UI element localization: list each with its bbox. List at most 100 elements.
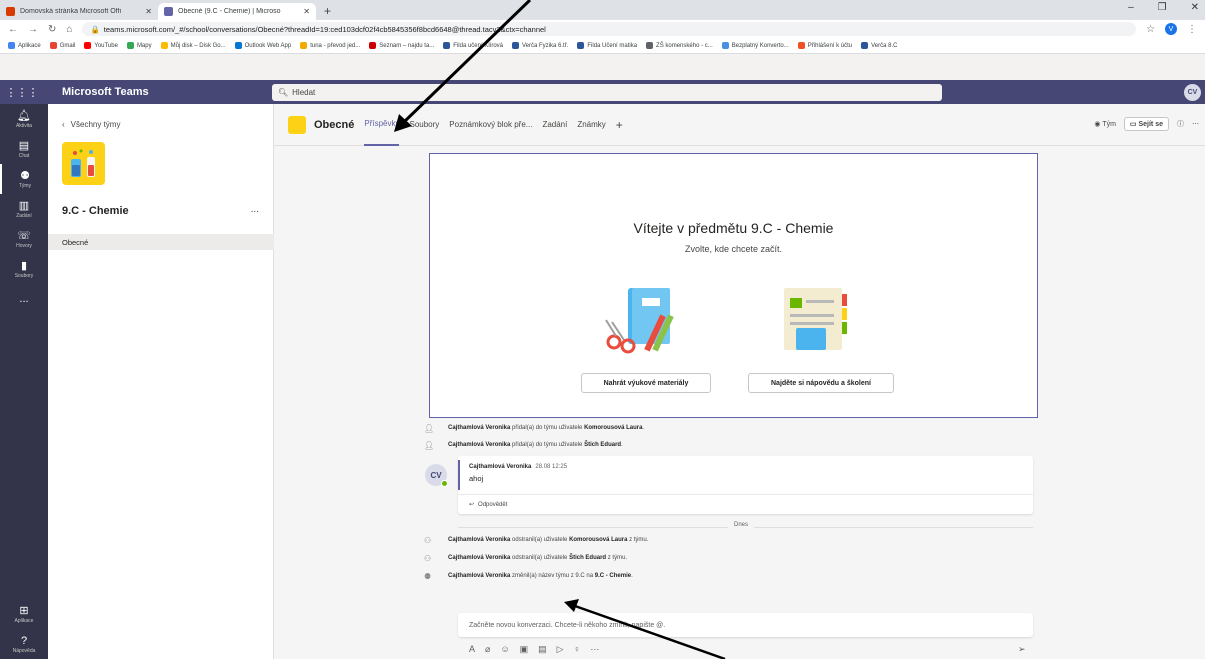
meet-button[interactable]: ▭ Sejít se	[1123, 117, 1169, 131]
profile-avatar[interactable]: V	[1165, 23, 1177, 35]
post-accent-bar	[458, 460, 460, 490]
close-window-icon[interactable]: ✕	[1191, 2, 1199, 13]
rail-item-label: Zadání	[16, 213, 32, 219]
bookmark-icon	[300, 42, 308, 49]
rail-item-chat[interactable]: ▤ Chat	[0, 134, 48, 164]
forward-arrow-icon[interactable]: →	[28, 24, 38, 35]
tab-notebook[interactable]: Poznámkový blok pře...	[449, 104, 532, 146]
compose-input[interactable]: Začněte novou konverzaci. Chcete-li něko…	[458, 613, 1033, 637]
format-icon[interactable]: A	[469, 644, 475, 655]
rail-item-aktivita[interactable]: 🔔︎ Aktivita	[0, 104, 48, 134]
rail-item-aplikace[interactable]: ⊞ Aplikace	[0, 599, 48, 629]
rail-item-týmy[interactable]: ⚉ Týmy	[0, 164, 48, 194]
bookmark-item[interactable]: Outlook Web App	[234, 42, 292, 49]
channel-team-icon	[288, 115, 306, 134]
address-bar: ← → ↻ ⌂ 🔒 teams.microsoft.com/_#/school/…	[0, 20, 1205, 38]
url-field[interactable]: 🔒 teams.microsoft.com/_#/school/conversa…	[82, 22, 1137, 36]
bookmark-item[interactable]: Můj disk – Disk Go...	[160, 42, 226, 49]
presence-badge	[441, 480, 448, 487]
bookmark-star-icon[interactable]: ☆	[1146, 24, 1155, 35]
all-teams-link[interactable]: ‹ Všechny týmy	[62, 120, 120, 129]
bookmark-item[interactable]: Přihlášení k účtu	[797, 42, 852, 49]
bookmark-item[interactable]: Verča 8.C	[861, 42, 898, 49]
rail-item-soubory[interactable]: ▮ Soubory	[0, 254, 48, 284]
person-add-icon: 👤︎	[424, 440, 435, 450]
rail-item-nápověda[interactable]: ? Nápověda	[0, 629, 48, 659]
close-tab-icon[interactable]: ✕	[145, 7, 152, 16]
tab-files[interactable]: Soubory	[409, 104, 439, 146]
team-avatar	[62, 142, 105, 185]
browser-tab-office[interactable]: Domovská stránka Microsoft Offi ✕	[0, 3, 158, 20]
channel-header: Obecné Příspěvky Soubory Poznámkový blok…	[274, 104, 1205, 146]
activity-item: ⚇ Cajthamlová Veronika odstranil(a) uživ…	[424, 534, 648, 546]
bookmark-item[interactable]: Gmail	[49, 42, 75, 49]
more-options-icon[interactable]: ⋯	[1192, 120, 1199, 128]
activity-text: Cajthamlová Veronika změnil(a) název tým…	[448, 573, 633, 579]
bookmark-item[interactable]: Filda učení Klírová	[443, 42, 503, 49]
bookmark-item[interactable]: Mapy	[126, 42, 152, 49]
bookmark-item[interactable]: Bezplatný Konverto...	[721, 42, 789, 49]
upload-materials-button[interactable]: Nahrát výukové materiály	[581, 373, 711, 393]
bookmark-icon	[646, 42, 654, 49]
praise-icon[interactable]: ♀	[574, 644, 581, 655]
user-avatar[interactable]: CV	[1184, 84, 1201, 101]
back-arrow-icon[interactable]: ←	[8, 24, 18, 35]
team-button[interactable]: ◉ Tým	[1094, 120, 1116, 128]
bookmark-item[interactable]: Filda Učení matika	[577, 42, 637, 49]
add-tab-icon[interactable]: +	[616, 104, 623, 146]
post-author-avatar[interactable]: CV	[425, 464, 448, 487]
rail-item-label: Soubory	[14, 273, 34, 279]
rail-item-label: Hovory	[16, 243, 32, 249]
meet-label: Sejít se	[1138, 121, 1163, 128]
reload-icon[interactable]: ↻	[48, 24, 56, 35]
menu-icon[interactable]: ⋮	[1187, 24, 1197, 35]
bookmark-item[interactable]: Aplikace	[8, 42, 41, 49]
minimize-icon[interactable]: –	[1128, 2, 1134, 13]
reply-button[interactable]: ↩ Odpovědět	[458, 494, 1033, 514]
channel-item-general[interactable]: Obecné	[48, 234, 274, 250]
close-tab-icon[interactable]: ✕	[303, 7, 310, 16]
send-icon[interactable]: ➢	[1018, 644, 1026, 655]
tab-assignments[interactable]: Zadání	[542, 104, 567, 146]
bookmark-item[interactable]: ZŠ komenského - c...	[646, 42, 713, 49]
bookmark-item[interactable]: Verča Fyzika 6.tř.	[512, 42, 568, 49]
sticker-icon[interactable]: ▤	[538, 644, 547, 655]
bookmark-label: Seznam – najdu ta...	[379, 42, 435, 49]
info-icon[interactable]: ⓘ	[1177, 119, 1184, 129]
attach-icon[interactable]: ⌀	[485, 644, 490, 655]
help-training-button[interactable]: Najděte si nápovědu a školení	[748, 373, 894, 393]
tab-posts[interactable]: Příspěvky	[364, 104, 400, 146]
help-icon: ?	[20, 634, 28, 647]
activity-text: Cajthamlová Veronika přidal(a) do týmu u…	[448, 425, 645, 431]
office-icon	[6, 7, 15, 16]
app-launcher-icon[interactable]: ⋮⋮⋮	[0, 86, 44, 99]
gif-icon[interactable]: ▣	[520, 644, 529, 655]
maximize-icon[interactable]: ❐	[1158, 2, 1167, 13]
bookmark-icon	[160, 42, 168, 49]
meet-now-icon[interactable]: ▷	[557, 644, 564, 655]
tab-grades[interactable]: Známky	[577, 104, 605, 146]
team-panel: ‹ Všechny týmy 9.C - Chemie ... Obecné	[48, 104, 274, 659]
bookmark-item[interactable]: Seznam – najdu ta...	[369, 42, 434, 49]
rail-item-zadání[interactable]: ▥ Zadání	[0, 194, 48, 224]
rail-item-hovory[interactable]: ☏ Hovory	[0, 224, 48, 254]
bookmark-label: Outlook Web App	[244, 42, 292, 49]
more-icon[interactable]: ⋯	[590, 644, 599, 655]
emoji-icon[interactable]: ☺	[500, 644, 509, 655]
more-icon: ...	[19, 293, 29, 305]
new-tab-icon[interactable]: +	[316, 4, 339, 20]
search-input[interactable]: 🔍︎ Hledat	[272, 83, 942, 101]
teams-icon: ⚉	[20, 170, 30, 182]
home-icon[interactable]: ⌂	[66, 24, 72, 35]
rail-more-button[interactable]: ...	[0, 284, 48, 314]
bookmark-label: Bezplatný Konverto...	[731, 42, 789, 49]
team-more-icon[interactable]: ...	[251, 204, 259, 215]
browser-tab-teams[interactable]: Obecné (9.C - Chemie) | Microso ✕	[158, 3, 316, 20]
bookmark-item[interactable]: tuna - převod jed...	[300, 42, 360, 49]
bookmark-icon	[126, 42, 134, 49]
post-message: ahoj	[469, 474, 484, 483]
team-name: 9.C - Chemie	[62, 205, 129, 217]
bookmark-item[interactable]: YouTube	[84, 42, 118, 49]
header-actions: ◉ Tým ▭ Sejít se ⓘ ⋯	[1094, 117, 1199, 131]
bookmarks-bar: Aplikace Gmail YouTube Mapy Můj disk – Disk …	[0, 38, 1205, 54]
